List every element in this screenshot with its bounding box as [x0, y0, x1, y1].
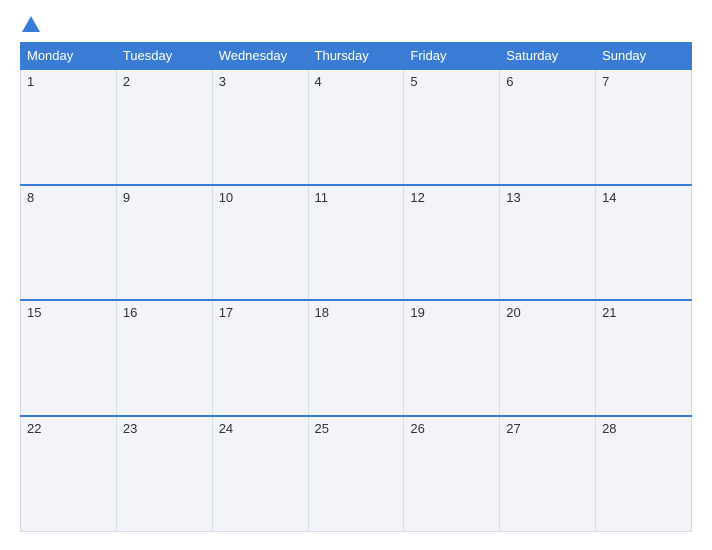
- day-header-wednesday: Wednesday: [212, 43, 308, 70]
- logo-triangle-icon: [22, 16, 40, 32]
- day-number: 27: [506, 421, 520, 436]
- day-header-friday: Friday: [404, 43, 500, 70]
- calendar-day-cell: 25: [308, 416, 404, 532]
- calendar-day-cell: 18: [308, 300, 404, 416]
- day-number: 14: [602, 190, 616, 205]
- calendar-week-row: 15 16 17 18 19 20 21: [21, 300, 692, 416]
- calendar-day-cell: 5: [404, 69, 500, 185]
- day-number: 17: [219, 305, 233, 320]
- calendar-day-cell: 17: [212, 300, 308, 416]
- day-number: 13: [506, 190, 520, 205]
- calendar-header-row: MondayTuesdayWednesdayThursdayFridaySatu…: [21, 43, 692, 70]
- day-number: 9: [123, 190, 130, 205]
- calendar-day-cell: 13: [500, 185, 596, 301]
- day-header-monday: Monday: [21, 43, 117, 70]
- day-number: 5: [410, 74, 417, 89]
- day-number: 16: [123, 305, 137, 320]
- day-number: 6: [506, 74, 513, 89]
- calendar-week-row: 22 23 24 25 26 27 28: [21, 416, 692, 532]
- day-number: 25: [315, 421, 329, 436]
- calendar-day-cell: 22: [21, 416, 117, 532]
- day-header-saturday: Saturday: [500, 43, 596, 70]
- calendar-table: MondayTuesdayWednesdayThursdayFridaySatu…: [20, 42, 692, 532]
- calendar-day-cell: 14: [596, 185, 692, 301]
- calendar-day-cell: 16: [116, 300, 212, 416]
- calendar-day-cell: 8: [21, 185, 117, 301]
- day-number: 2: [123, 74, 130, 89]
- calendar-day-cell: 1: [21, 69, 117, 185]
- calendar-day-cell: 10: [212, 185, 308, 301]
- calendar-week-row: 1 2 3 4 5 6 7: [21, 69, 692, 185]
- calendar-week-row: 8 9 10 11 12 13 14: [21, 185, 692, 301]
- day-header-sunday: Sunday: [596, 43, 692, 70]
- day-number: 1: [27, 74, 34, 89]
- day-number: 8: [27, 190, 34, 205]
- day-number: 7: [602, 74, 609, 89]
- calendar-day-cell: 19: [404, 300, 500, 416]
- day-number: 18: [315, 305, 329, 320]
- calendar-day-cell: 3: [212, 69, 308, 185]
- calendar-day-cell: 7: [596, 69, 692, 185]
- calendar-day-cell: 6: [500, 69, 596, 185]
- calendar-day-cell: 2: [116, 69, 212, 185]
- calendar-day-cell: 26: [404, 416, 500, 532]
- day-number: 24: [219, 421, 233, 436]
- day-number: 15: [27, 305, 41, 320]
- day-number: 22: [27, 421, 41, 436]
- day-number: 20: [506, 305, 520, 320]
- calendar-day-cell: 9: [116, 185, 212, 301]
- day-number: 4: [315, 74, 322, 89]
- day-number: 26: [410, 421, 424, 436]
- calendar-day-cell: 20: [500, 300, 596, 416]
- day-number: 3: [219, 74, 226, 89]
- calendar-day-cell: 21: [596, 300, 692, 416]
- calendar-day-cell: 12: [404, 185, 500, 301]
- calendar-day-cell: 15: [21, 300, 117, 416]
- day-number: 10: [219, 190, 233, 205]
- calendar-day-cell: 23: [116, 416, 212, 532]
- day-number: 11: [315, 190, 329, 205]
- calendar-day-cell: 11: [308, 185, 404, 301]
- header: [20, 18, 692, 32]
- day-number: 12: [410, 190, 424, 205]
- calendar-day-cell: 4: [308, 69, 404, 185]
- day-number: 19: [410, 305, 424, 320]
- calendar-page: MondayTuesdayWednesdayThursdayFridaySatu…: [0, 0, 712, 550]
- calendar-day-cell: 28: [596, 416, 692, 532]
- calendar-day-cell: 27: [500, 416, 596, 532]
- calendar-day-cell: 24: [212, 416, 308, 532]
- day-header-tuesday: Tuesday: [116, 43, 212, 70]
- day-header-thursday: Thursday: [308, 43, 404, 70]
- day-number: 28: [602, 421, 616, 436]
- logo: [20, 18, 40, 32]
- day-number: 23: [123, 421, 137, 436]
- day-number: 21: [602, 305, 616, 320]
